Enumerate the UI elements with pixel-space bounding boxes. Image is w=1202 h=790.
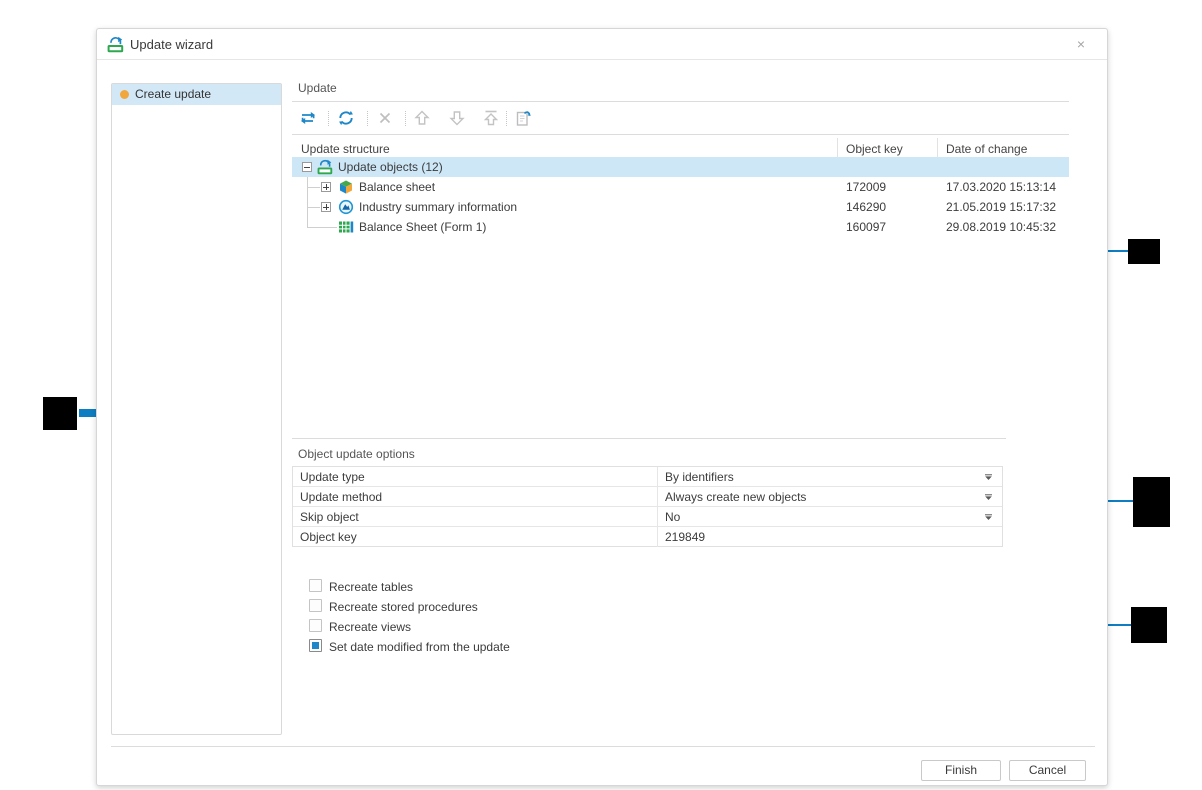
option-row-update-type[interactable]: Update type By identifiers: [293, 467, 1002, 487]
sync-structure-icon[interactable]: [298, 108, 318, 128]
checkbox-label: Recreate tables: [329, 580, 413, 594]
expand-icon[interactable]: [321, 202, 331, 212]
chevron-down-icon[interactable]: [984, 474, 993, 481]
divider: [292, 134, 1069, 135]
delete-icon[interactable]: [375, 108, 395, 128]
titlebar: Update wizard ×: [97, 29, 1107, 60]
column-divider: [937, 138, 938, 157]
industry-chart-icon: [338, 199, 354, 215]
move-down-icon[interactable]: [447, 108, 467, 128]
checkbox-icon[interactable]: [309, 579, 322, 592]
object-key-value: 172009: [846, 180, 886, 194]
object-key-value: 160097: [846, 220, 886, 234]
cube-icon: [338, 179, 354, 195]
tree-node-label: Balance sheet: [359, 180, 435, 194]
column-divider: [837, 138, 838, 157]
option-row-object-key[interactable]: Object key 219849: [293, 527, 1002, 547]
wizard-steps-sidebar: Create update: [111, 83, 282, 735]
tree-node-label: Industry summary information: [359, 200, 517, 214]
annotation-connector-left: [79, 409, 96, 417]
column-divider: [657, 527, 658, 547]
update-wizard-icon: [107, 36, 124, 53]
checkbox-label: Recreate views: [329, 620, 411, 634]
checkbox-label: Recreate stored procedures: [329, 600, 478, 614]
chevron-down-icon[interactable]: [984, 514, 993, 521]
table-form-icon: [338, 219, 354, 235]
column-header-date-of-change[interactable]: Date of change: [946, 142, 1027, 156]
checkbox-icon[interactable]: [309, 619, 322, 632]
annotation-box-right-1: [1128, 239, 1160, 264]
toolbar-separator: [506, 111, 507, 126]
date-of-change-value: 29.08.2019 10:45:32: [946, 220, 1056, 234]
column-header-object-key[interactable]: Object key: [846, 142, 903, 156]
tree-row-industry-summary[interactable]: Industry summary information 146290 21.0…: [292, 197, 1069, 217]
close-icon[interactable]: ×: [1077, 36, 1085, 52]
object-update-options-table: Update type By identifiers Update method…: [292, 466, 1003, 547]
expand-icon[interactable]: [321, 182, 331, 192]
checkbox-checked-icon[interactable]: [309, 639, 322, 652]
tree-node-label: Balance Sheet (Form 1): [359, 220, 486, 234]
toolbar-separator: [367, 111, 368, 126]
column-header-update-structure[interactable]: Update structure: [301, 142, 390, 156]
cancel-button[interactable]: Cancel: [1009, 760, 1086, 781]
option-row-skip-object[interactable]: Skip object No: [293, 507, 1002, 527]
option-value: 219849: [665, 530, 705, 544]
column-divider: [657, 467, 658, 486]
footer-divider: [111, 746, 1095, 747]
option-label: Update method: [300, 490, 382, 504]
option-value: By identifiers: [665, 470, 734, 484]
annotation-box-right-3: [1131, 607, 1167, 643]
option-value: Always create new objects: [665, 490, 806, 504]
tree-row-balance-sheet[interactable]: Balance sheet 172009 17.03.2020 15:13:14: [292, 177, 1069, 197]
option-row-update-method[interactable]: Update method Always create new objects: [293, 487, 1002, 507]
option-value: No: [665, 510, 680, 524]
option-label: Skip object: [300, 510, 359, 524]
move-up-icon[interactable]: [412, 108, 432, 128]
object-key-value: 146290: [846, 200, 886, 214]
column-divider: [657, 487, 658, 506]
refresh-icon[interactable]: [336, 108, 356, 128]
checkbox-icon[interactable]: [309, 599, 322, 612]
option-label: Object key: [300, 530, 357, 544]
finish-button[interactable]: Finish: [921, 760, 1001, 781]
open-object-icon[interactable]: [513, 108, 533, 128]
update-section-title: Update: [298, 81, 337, 95]
sidebar-item-create-update[interactable]: Create update: [112, 84, 281, 105]
step-bullet-icon: [120, 90, 129, 99]
page: Update wizard × Create update Update: [0, 0, 1202, 790]
collapse-icon[interactable]: [302, 162, 312, 172]
divider: [292, 101, 1069, 102]
options-section-title: Object update options: [298, 447, 415, 461]
toolbar-separator: [328, 111, 329, 126]
window-title: Update wizard: [130, 37, 213, 52]
checkbox-label: Set date modified from the update: [329, 640, 510, 654]
divider: [292, 438, 1006, 439]
update-objects-icon: [317, 159, 333, 175]
annotation-box-right-2: [1133, 477, 1170, 527]
move-to-top-icon[interactable]: [481, 108, 501, 128]
chevron-down-icon[interactable]: [984, 494, 993, 501]
date-of-change-value: 17.03.2020 15:13:14: [946, 180, 1056, 194]
toolbar-separator: [405, 111, 406, 126]
option-label: Update type: [300, 470, 365, 484]
date-of-change-value: 21.05.2019 15:17:32: [946, 200, 1056, 214]
update-wizard-dialog: Update wizard × Create update Update: [96, 28, 1108, 786]
sidebar-item-label: Create update: [135, 87, 211, 101]
column-divider: [657, 507, 658, 526]
tree-row-update-objects[interactable]: Update objects (12): [292, 157, 1069, 177]
tree-row-balance-sheet-form1[interactable]: Balance Sheet (Form 1) 160097 29.08.2019…: [292, 217, 1069, 237]
tree-node-label: Update objects (12): [338, 160, 443, 174]
annotation-box-left: [43, 397, 77, 430]
